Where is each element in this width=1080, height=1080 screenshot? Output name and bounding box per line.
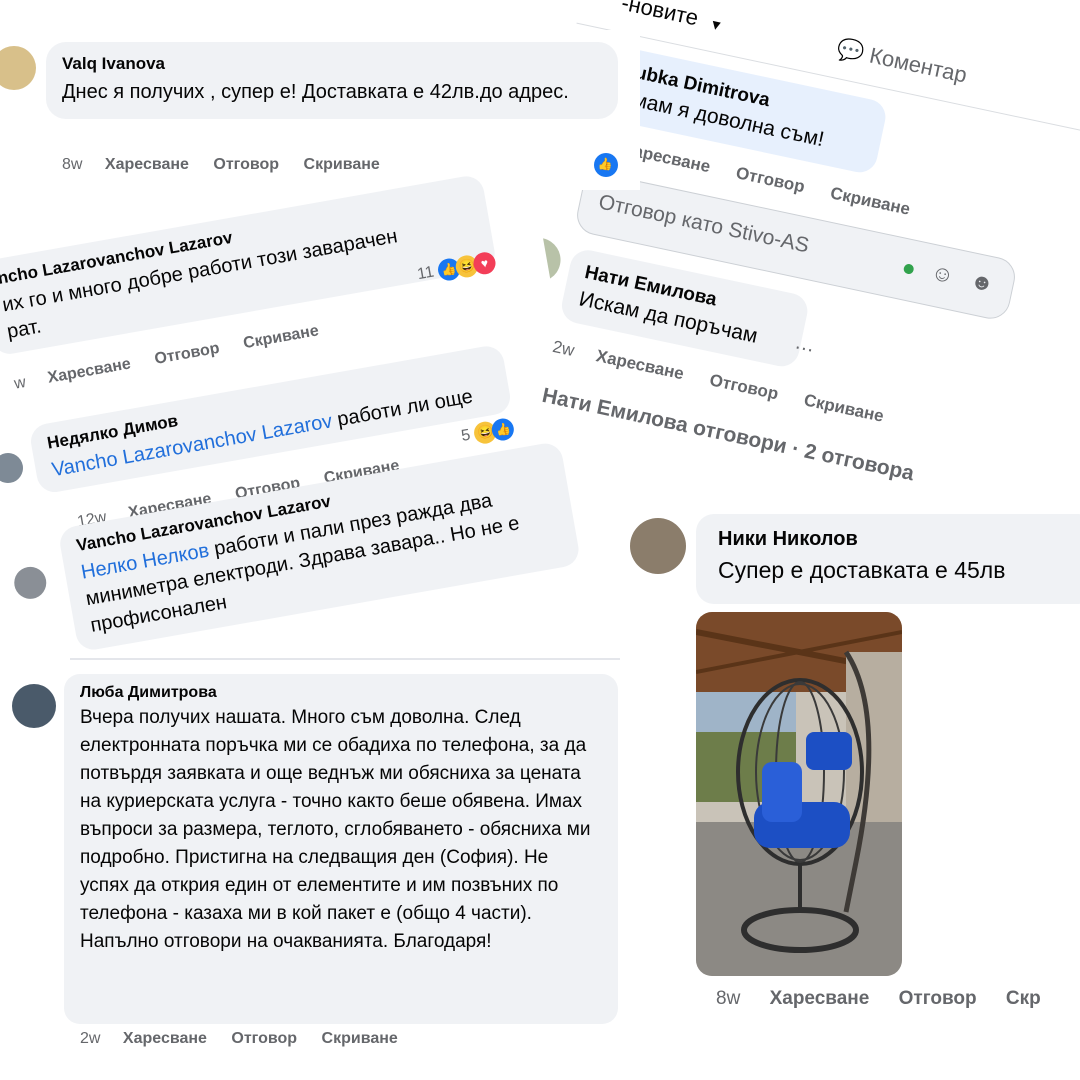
avatar xyxy=(0,450,26,486)
reply-button[interactable]: Отговор xyxy=(153,340,221,368)
like-reaction-icon xyxy=(490,416,516,443)
like-button[interactable]: Харесване xyxy=(46,355,132,386)
comment-text: Супер е доставката е 45лв xyxy=(718,557,1006,583)
emoji-icon[interactable]: ☻ xyxy=(968,267,996,297)
reaction-count: 11 xyxy=(416,263,436,284)
reaction-count: 5 xyxy=(459,426,472,445)
avatar xyxy=(630,518,686,574)
hanging-egg-chair-photo xyxy=(696,612,902,976)
comment-bubble: Люба Димитрова Вчера получих нашата. Мно… xyxy=(64,674,618,1024)
comment-time: 2w xyxy=(80,1030,101,1047)
comment-time: 8w xyxy=(716,988,741,1009)
like-reaction-icon[interactable] xyxy=(594,153,618,177)
comment-time: 8w xyxy=(62,156,83,173)
reply-button[interactable]: Отговор xyxy=(213,156,279,173)
comment-author[interactable]: Valq Ivanova xyxy=(62,54,602,74)
reply-button[interactable]: Отговор xyxy=(899,988,977,1009)
avatar xyxy=(12,684,56,728)
comment-photo[interactable] xyxy=(696,612,902,976)
comment-icon: 💬 xyxy=(834,35,867,66)
comment-card-lyuba: Люба Димитрова Вчера получих нашата. Мно… xyxy=(0,658,660,1068)
reply-button[interactable]: Отговор xyxy=(231,1030,297,1047)
reaction-summary[interactable]: 5 xyxy=(459,416,516,448)
reply-time: 2w xyxy=(550,336,577,361)
comment-bubble: Ники Николов Супер е доставката е 45лв xyxy=(696,514,1080,604)
avatar xyxy=(11,564,49,602)
like-button[interactable]: Харесване xyxy=(770,988,870,1009)
hide-button[interactable]: Скриване xyxy=(304,156,380,173)
like-button[interactable]: Харесване xyxy=(105,156,189,173)
comment-card-niki: Ники Николов Супер е доставката е 45лв 8… xyxy=(620,500,1080,1040)
love-reaction-icon xyxy=(471,250,498,277)
online-dot xyxy=(902,263,915,275)
comment-card-valq: Valq Ivanova Днес я получих , супер е! Д… xyxy=(0,30,640,190)
comment-text: Днес я получих , супер е! Доставката е 4… xyxy=(62,81,569,103)
hide-button[interactable]: Скр xyxy=(1006,988,1041,1009)
comment-text: Вчера получих нашата. Много съм доволна.… xyxy=(80,707,591,952)
comment-author[interactable]: Люба Димитрова xyxy=(80,684,602,702)
comment-time: w xyxy=(12,373,28,393)
hide-button[interactable]: Скриване xyxy=(242,322,320,352)
divider xyxy=(70,658,620,660)
like-button[interactable]: Харесване xyxy=(123,1030,207,1047)
sticker-icon[interactable]: ☺ xyxy=(929,259,956,289)
comment-author[interactable]: Ники Николов xyxy=(718,528,1074,551)
comment-bubble: Valq Ivanova Днес я получих , супер е! Д… xyxy=(46,42,618,119)
avatar xyxy=(0,46,36,90)
hide-button[interactable]: Скриване xyxy=(322,1030,398,1047)
